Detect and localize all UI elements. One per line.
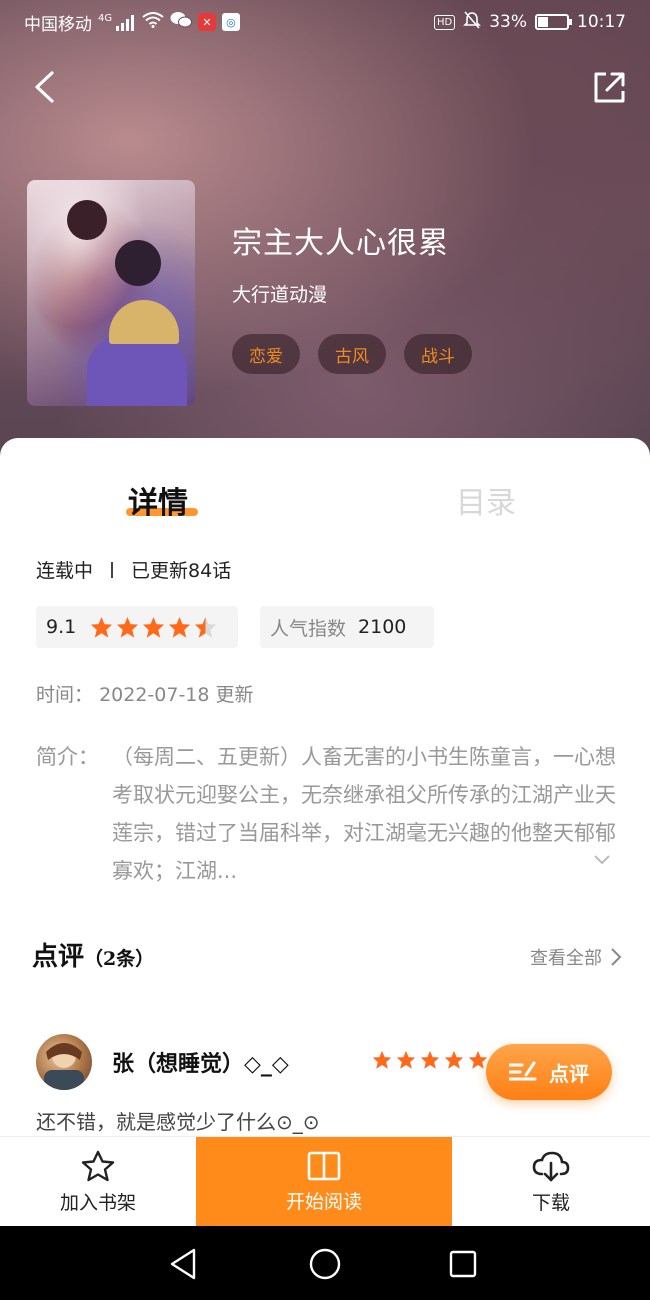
alipay-notification-icon: ◎ bbox=[221, 13, 240, 31]
cover-fan bbox=[109, 300, 179, 344]
star-icon bbox=[117, 616, 139, 638]
share-button[interactable] bbox=[588, 62, 632, 112]
wifi-icon bbox=[142, 12, 164, 32]
star-icon bbox=[396, 1050, 416, 1069]
book-icon bbox=[307, 1151, 341, 1180]
episode-count: 已更新84话 bbox=[131, 560, 232, 582]
download-button[interactable]: 下载 bbox=[452, 1137, 650, 1227]
detail-card: 详情 目录 连载中 已更新84话 9.1 人气指数 2100 时间： 2022-… bbox=[0, 438, 650, 1138]
tag-list: 恋爱 古风 战斗 bbox=[232, 334, 472, 374]
star-icon bbox=[143, 616, 165, 638]
review-count: （2条） bbox=[84, 948, 155, 970]
nav-back-icon[interactable] bbox=[164, 1244, 204, 1284]
see-all-reviews-link[interactable]: 查看全部 bbox=[530, 944, 622, 970]
book-title: 宗主大人心很累 bbox=[232, 226, 449, 261]
book-author[interactable]: 大行道动漫 bbox=[232, 280, 327, 307]
download-label: 下载 bbox=[531, 1191, 570, 1214]
hd-icon: HD bbox=[433, 14, 456, 30]
chevron-down-icon[interactable] bbox=[592, 850, 612, 870]
share-icon bbox=[594, 72, 625, 103]
popularity-box: 人气指数 2100 bbox=[260, 606, 434, 648]
status-bar: 中国移动 4G ✕ ◎ HD 33% 10:17 bbox=[0, 0, 650, 44]
tag[interactable]: 战斗 bbox=[404, 334, 472, 374]
star-icon bbox=[91, 616, 113, 638]
clock: 10:17 bbox=[577, 12, 626, 32]
avatar[interactable] bbox=[36, 1034, 92, 1090]
battery-level bbox=[538, 17, 548, 27]
tag[interactable]: 古风 bbox=[318, 334, 386, 374]
see-all-label: 查看全部 bbox=[530, 948, 602, 969]
serial-state: 连载中 bbox=[36, 560, 94, 582]
review-header: 点评（2条） 查看全部 bbox=[32, 936, 622, 976]
star-icon bbox=[195, 616, 217, 638]
book-header: 中国移动 4G ✕ ◎ HD 33% 10:17 宗主大人心很累 大行道动漫 恋… bbox=[0, 0, 650, 470]
nav-recents-icon[interactable] bbox=[443, 1244, 483, 1284]
star-icon bbox=[372, 1050, 392, 1069]
star-icon bbox=[420, 1050, 440, 1069]
divider bbox=[111, 561, 114, 578]
tab-detail[interactable]: 详情 bbox=[128, 478, 188, 522]
mute-icon bbox=[463, 11, 482, 33]
star-outline-icon bbox=[81, 1150, 115, 1181]
avatar-image bbox=[44, 1043, 84, 1090]
rating-box: 9.1 bbox=[36, 606, 238, 648]
carrier-label: 中国移动 bbox=[24, 14, 92, 35]
battery-percent: 33% bbox=[489, 12, 527, 32]
chevron-right-icon bbox=[611, 948, 622, 966]
time-label: 时间： bbox=[36, 684, 94, 706]
add-to-shelf-button[interactable]: 加入书架 bbox=[0, 1137, 196, 1227]
nav-home-icon[interactable] bbox=[305, 1244, 345, 1284]
download-cloud-icon bbox=[532, 1151, 570, 1181]
start-reading-button[interactable]: 开始阅读 bbox=[196, 1137, 452, 1227]
synopsis-text: （每周二、五更新）人畜无害的小书生陈童言，一心想考取状元迎娶公主，无奈继承祖父所… bbox=[112, 745, 616, 883]
write-review-button[interactable]: 点评 bbox=[486, 1044, 612, 1100]
tab-catalog[interactable]: 目录 bbox=[456, 478, 516, 522]
review-text[interactable]: 还不错，就是感觉少了什么⊙_⊙ bbox=[36, 1106, 320, 1135]
synopsis-label: 简介： bbox=[36, 745, 99, 769]
tab-bar: 详情 目录 bbox=[0, 438, 650, 548]
book-cover[interactable] bbox=[27, 180, 195, 406]
back-button[interactable] bbox=[22, 62, 66, 112]
edit-list-icon bbox=[509, 1061, 537, 1081]
review-title-text: 点评 bbox=[32, 942, 85, 972]
tag[interactable]: 恋爱 bbox=[232, 334, 300, 374]
wechat-icon bbox=[170, 11, 192, 33]
chevron-left-icon bbox=[35, 71, 54, 103]
write-review-label: 点评 bbox=[549, 1061, 589, 1086]
time-value: 2022-07-18 更新 bbox=[99, 684, 254, 706]
network-type: 4G bbox=[98, 13, 113, 25]
app-notification-icon: ✕ bbox=[197, 13, 216, 31]
rating-stars bbox=[90, 616, 217, 639]
review-stars bbox=[372, 1050, 488, 1070]
star-icon bbox=[169, 616, 191, 638]
bottom-action-bar: 加入书架 开始阅读 下载 bbox=[0, 1136, 650, 1227]
battery-icon bbox=[535, 14, 572, 30]
serial-status: 连载中 已更新84话 bbox=[36, 556, 231, 583]
review-title: 点评（2条） bbox=[32, 936, 154, 973]
start-reading-label: 开始阅读 bbox=[285, 1190, 362, 1213]
popularity-value: 2100 bbox=[358, 616, 407, 638]
star-icon bbox=[444, 1050, 464, 1069]
status-right: HD 33% 10:17 bbox=[433, 11, 626, 33]
review-username[interactable]: 张（想睡觉）◇_◇ bbox=[112, 1046, 289, 1078]
update-time: 时间： 2022-07-18 更新 bbox=[36, 680, 254, 707]
popularity-label: 人气指数 bbox=[270, 617, 347, 640]
status-left: 中国移动 4G ✕ ◎ bbox=[24, 10, 240, 35]
rating-score: 9.1 bbox=[46, 616, 77, 638]
add-to-shelf-label: 加入书架 bbox=[59, 1191, 136, 1214]
cover-figure bbox=[115, 240, 161, 286]
cover-figure bbox=[67, 200, 107, 240]
signal-icon: 4G bbox=[98, 13, 136, 31]
star-icon bbox=[468, 1050, 488, 1069]
system-nav-bar bbox=[0, 1226, 650, 1300]
